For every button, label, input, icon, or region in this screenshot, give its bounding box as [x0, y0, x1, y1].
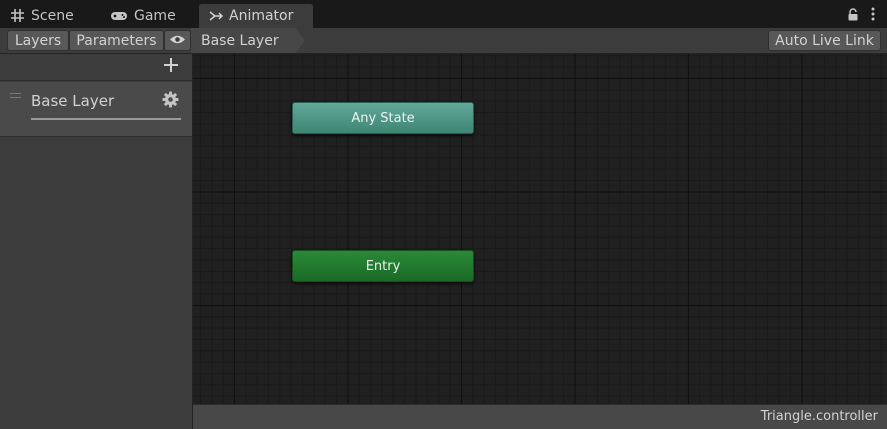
tab-label: Scene	[31, 7, 74, 24]
animator-toolbar: Layers Parameters Base Layer Auto Live L…	[0, 28, 887, 54]
state-node-entry[interactable]: Entry	[292, 250, 474, 282]
animator-icon	[209, 10, 223, 22]
state-machine-graph[interactable]: Any State Entry	[193, 54, 887, 404]
controller-file-name: Triangle.controller	[760, 409, 878, 424]
drag-handle-icon[interactable]	[10, 93, 21, 101]
layer-weight-slider[interactable]	[31, 118, 181, 120]
layer-item-base-layer[interactable]: Base Layer	[0, 82, 192, 137]
tab-label: Animator	[229, 8, 294, 24]
parameters-tab-button[interactable]: Parameters	[69, 30, 164, 51]
tab-label: Game	[134, 7, 176, 24]
lock-icon[interactable]	[847, 6, 859, 25]
layers-panel-header	[0, 54, 193, 81]
eye-toggle-button[interactable]	[164, 30, 191, 51]
gamepad-icon	[110, 10, 128, 22]
add-layer-button[interactable]	[161, 57, 181, 77]
tab-animator[interactable]: Animator	[199, 3, 313, 28]
breadcrumb-base-layer: Base Layer	[201, 32, 279, 49]
kebab-menu-icon[interactable]	[871, 6, 875, 25]
state-node-any-state[interactable]: Any State	[292, 102, 474, 134]
tab-game[interactable]: Game	[110, 3, 176, 28]
layer-name: Base Layer	[31, 92, 115, 110]
eye-icon	[169, 33, 186, 49]
editor-tab-bar: Scene Game Animator	[0, 0, 887, 28]
layers-panel: Base Layer	[0, 54, 193, 429]
layers-tab-button[interactable]: Layers	[7, 30, 69, 51]
hash-icon	[10, 8, 25, 23]
gear-icon[interactable]	[162, 91, 179, 112]
auto-live-link-button[interactable]: Auto Live Link	[768, 30, 881, 51]
window-controls	[847, 6, 875, 25]
breadcrumb[interactable]: Base Layer	[191, 28, 279, 53]
tab-scene[interactable]: Scene	[10, 3, 74, 28]
status-bar: Triangle.controller	[193, 404, 887, 429]
plus-icon	[163, 57, 179, 77]
